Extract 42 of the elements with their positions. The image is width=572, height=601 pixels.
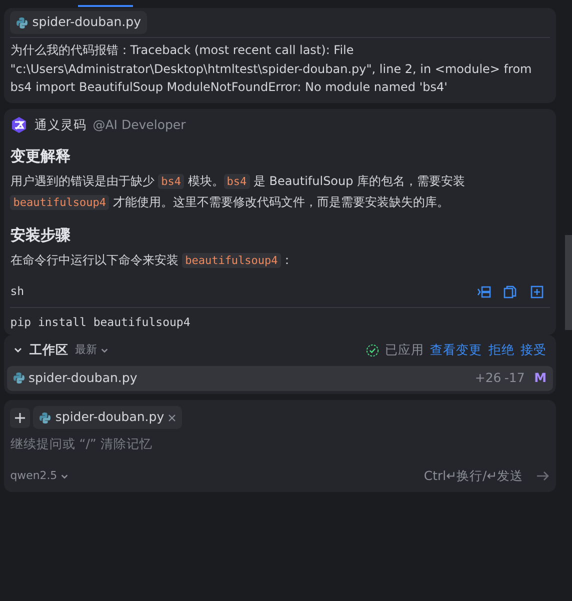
copy-icon[interactable] [503, 285, 517, 300]
check-circle-icon [366, 344, 379, 357]
attachment-chip[interactable]: spider-douban.py [10, 11, 147, 34]
python-file-icon [39, 412, 52, 424]
assistant-handle: @AI Developer [92, 116, 186, 134]
caret-icon [60, 472, 70, 481]
paragraph-text: 用户遇到的错误是由于缺少 bs4 模块。 bs4 是 BeautifulSoup 库的包名，需要安装 beautifulsoup4 才能使用。这里不需要修改代码文件，而是需要安装缺失的库。 [10, 173, 466, 212]
filter-dropdown[interactable]: 最新 [74, 342, 109, 358]
context-file-chip[interactable]: spider-douban.py [33, 406, 182, 430]
assistant-name: 通义灵码 [34, 116, 86, 134]
action-link[interactable]: 接受 [520, 340, 547, 360]
caret-icon [100, 346, 109, 355]
code-line: pip install beautifulsoup4 [10, 314, 192, 332]
section-heading: 安装步骤 [10, 226, 72, 244]
insert-icon[interactable] [476, 285, 490, 300]
add-context-button[interactable] [10, 408, 30, 428]
shortcut-hint: Ctrl↵换行/↵发送 [424, 466, 524, 485]
close-icon [168, 414, 176, 422]
python-file-icon [16, 16, 28, 28]
attachment-name: spider-douban.py [32, 13, 141, 32]
send-arrow-icon[interactable] [536, 470, 550, 482]
action-link[interactable]: 拒绝 [488, 340, 514, 360]
changed-file-row[interactable]: spider-douban.py +26 -17 M [7, 366, 553, 391]
scrollbar-thumb[interactable] [565, 235, 572, 330]
applied-status: 已应用 [384, 340, 424, 359]
action-link[interactable]: 查看变更 [430, 340, 482, 360]
workspace-title: 工作区 [30, 340, 69, 359]
python-file-icon [13, 372, 26, 384]
modified-status: M [534, 368, 547, 387]
model-selector[interactable]: qwen2.5 [10, 468, 70, 484]
question-text: 为什么我的代码报错：Traceback (most recent call last): File "c:\Users\Administrator\Desktop\htmltest\spider-douban.py", line 2, in <module> from bs4 import BeautifulSoup ModuleNotFoundError: No module named 'bs4' [10, 42, 533, 96]
prompt-input[interactable]: 继续提问或 “/” 清除记忆 [10, 435, 550, 454]
file-name: spider-douban.py [28, 368, 138, 387]
active-tab-indicator [78, 5, 133, 7]
paragraph-text: 在命令行中运行以下命令来安装 beautifulsoup4 ： [10, 252, 294, 270]
section-heading: 变更解释 [10, 146, 72, 165]
code-language-label: sh [10, 283, 24, 300]
lines-removed: -17 [504, 368, 525, 387]
lines-added: +26 [474, 368, 502, 387]
plus-icon [14, 412, 26, 424]
new-file-icon[interactable] [530, 285, 544, 300]
context-file-name: spider-douban.py [55, 408, 164, 426]
